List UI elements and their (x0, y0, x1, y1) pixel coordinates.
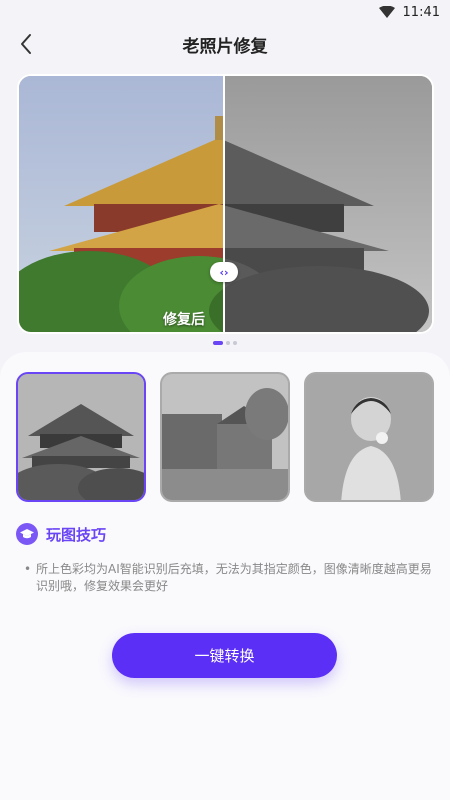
wifi-icon (378, 6, 395, 18)
comparison-image (19, 76, 432, 332)
carousel-dot (233, 341, 237, 345)
thumbnail-street[interactable] (160, 372, 290, 502)
carousel-dot (213, 341, 223, 345)
tips-body: 所上色彩均为AI智能识别后充填，无法为其指定颜色，图像清晰度越高更易识别哦，修复… (36, 562, 432, 593)
thumbnail-palace[interactable] (16, 372, 146, 502)
convert-button[interactable]: 一键转换 (112, 633, 337, 678)
tips-bullet: • (24, 562, 32, 576)
after-label: 修复后 (163, 312, 205, 328)
carousel-indicator (0, 341, 450, 345)
back-button[interactable] (12, 30, 40, 58)
bottom-panel: 玩图技巧 • 所上色彩均为AI智能识别后充填，无法为其指定颜色，图像清晰度越高更… (0, 352, 450, 800)
chevron-left-icon (21, 34, 31, 54)
carousel-dot (226, 341, 230, 345)
status-bar: 11:41 (0, 0, 450, 24)
arrows-horizontal-icon: ‹› (219, 265, 229, 279)
street-photo (162, 374, 288, 500)
child-photo (306, 374, 432, 500)
tips-text: • 所上色彩均为AI智能识别后充填，无法为其指定颜色，图像清晰度越高更易识别哦，… (24, 561, 434, 595)
sample-thumbnails (16, 372, 434, 502)
palace-photo (18, 374, 144, 500)
page-title: 老照片修复 (182, 36, 268, 57)
before-after-comparison[interactable]: 修复后 ‹› (19, 76, 432, 332)
tips-header: 玩图技巧 (16, 523, 106, 545)
nav-bar: 老照片修复 (0, 24, 450, 64)
status-time: 11:41 (402, 4, 440, 20)
compare-slider-handle[interactable]: ‹› (210, 262, 238, 282)
graduation-cap-icon (16, 523, 38, 545)
tips-title: 玩图技巧 (46, 525, 107, 544)
thumbnail-child[interactable] (304, 372, 434, 502)
